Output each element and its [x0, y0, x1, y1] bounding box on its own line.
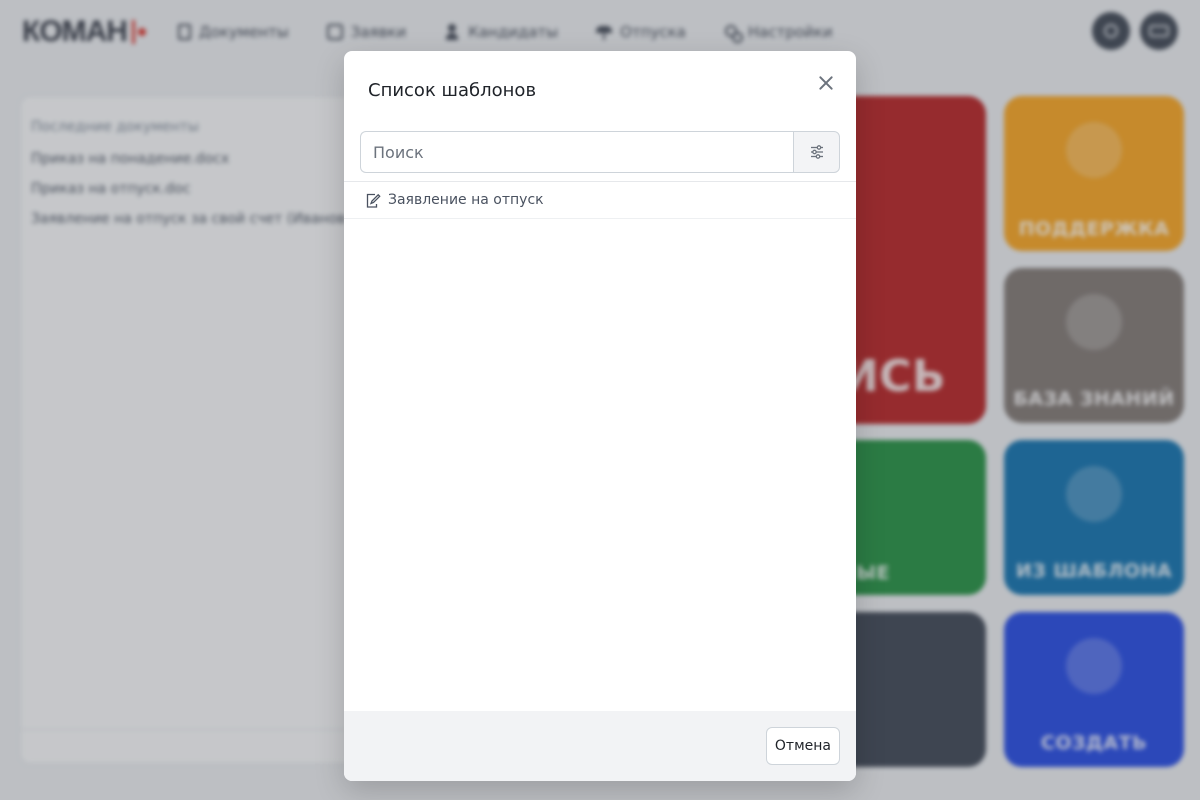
close-icon[interactable]	[816, 73, 836, 93]
templates-list: Заявление на отпуск	[344, 181, 856, 219]
document-edit-icon	[364, 192, 381, 209]
modal-footer: Отмена	[344, 711, 856, 781]
cancel-button[interactable]: Отмена	[765, 727, 840, 765]
filter-button[interactable]	[793, 131, 840, 173]
list-item[interactable]: Заявление на отпуск	[344, 182, 856, 219]
template-name: Заявление на отпуск	[388, 192, 544, 208]
search-input[interactable]	[360, 131, 793, 173]
sliders-icon	[810, 145, 823, 159]
templates-modal: Список шаблонов Поиск Заявление на отпус…	[344, 51, 856, 781]
search-row	[360, 131, 840, 173]
modal-title: Список шаблонов	[368, 80, 537, 101]
